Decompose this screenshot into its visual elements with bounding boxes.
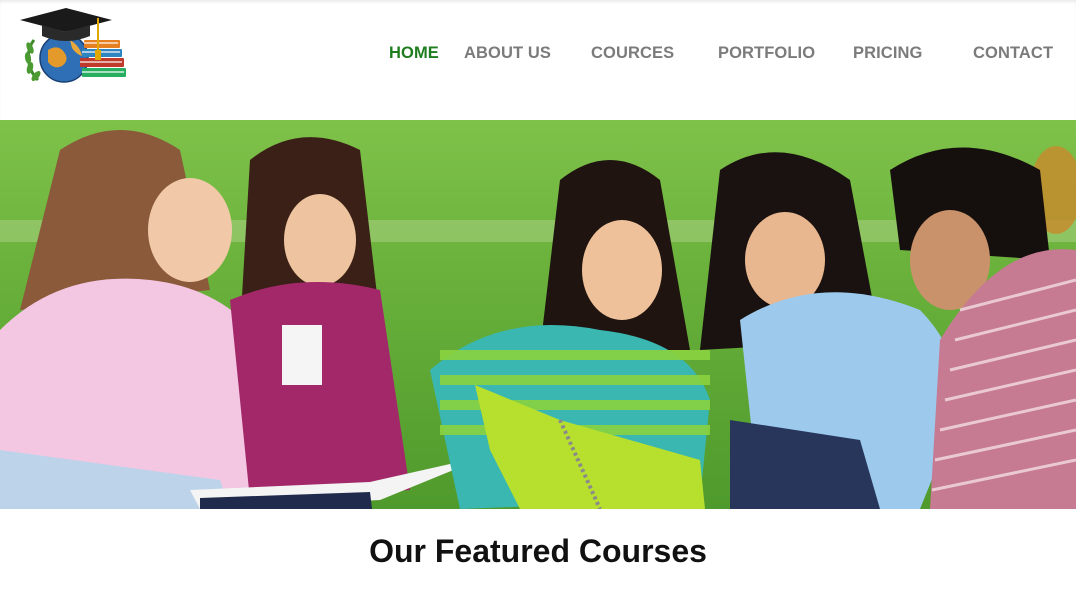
students-studying-image [0, 120, 1076, 509]
main-nav: HOME ABOUT US COURCES PORTFOLIO PRICING … [0, 44, 1076, 66]
nav-portfolio[interactable]: PORTFOLIO [718, 44, 815, 63]
site-header: HOME ABOUT US COURCES PORTFOLIO PRICING … [0, 0, 1076, 120]
nav-courses[interactable]: COURCES [591, 44, 674, 63]
featured-courses-heading: Our Featured Courses [369, 533, 707, 569]
nav-home[interactable]: HOME [389, 44, 439, 63]
nav-contact[interactable]: CONTACT [973, 44, 1053, 63]
nav-pricing[interactable]: PRICING [853, 44, 922, 63]
nav-about-us[interactable]: ABOUT US [464, 44, 551, 63]
hero-banner [0, 120, 1076, 509]
